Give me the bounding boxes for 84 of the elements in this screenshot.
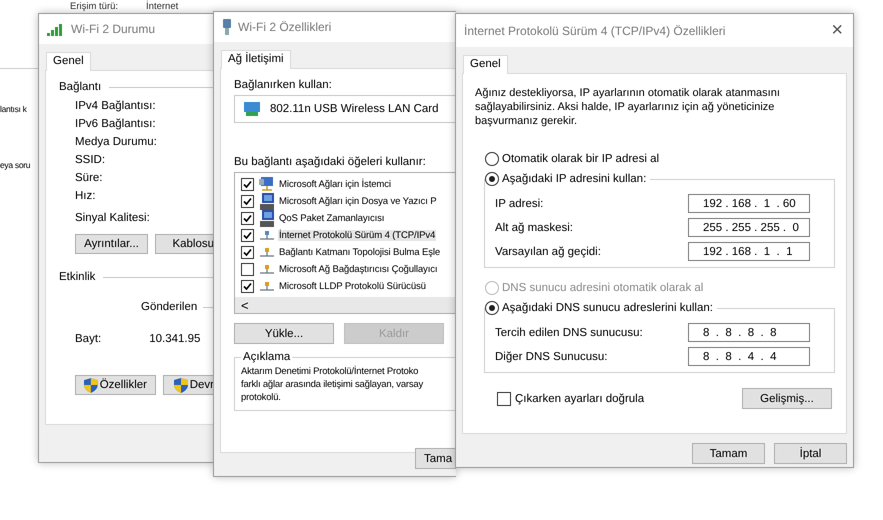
checkbox[interactable] <box>241 195 254 208</box>
dialog-button[interactable]: Devr <box>163 375 214 395</box>
checkbox[interactable] <box>497 392 511 406</box>
field-label: Varsayılan ağ geçidi: <box>495 246 601 258</box>
field-label: Medya Durumu: <box>75 135 158 150</box>
network-client-icon <box>259 177 275 192</box>
description-line: Aktarım Denetimi Protokolü/İnternet Protoko <box>241 365 420 378</box>
signal-bars-icon <box>47 22 65 36</box>
field-label: Alt ağ maskesi: <box>495 222 573 234</box>
radio-label: DNS sunucu adresini otomatik olarak al <box>502 282 704 294</box>
dialog-button[interactable]: Kablosu <box>155 234 214 254</box>
computer-icon <box>259 193 275 210</box>
field-value: 10.341.95 <box>149 333 200 345</box>
field-label: Süre: <box>75 171 104 186</box>
adapter-field: 802.11n USB Wireless LAN Card <box>234 95 456 123</box>
field-label: Hız: <box>75 189 96 204</box>
list-item[interactable]: Bağlantı Katmanı Topolojisi Bulma Eşle <box>241 244 456 261</box>
description-line: farklı ağlar arasında iletişimi sağlayan, varsay <box>241 378 424 391</box>
ok-button[interactable]: Tama <box>415 448 456 469</box>
ip-address-field[interactable]: 192 . 168 . 1 . 1 <box>688 242 810 261</box>
checkbox-label: Çıkarken ayarları doğrula <box>515 392 644 404</box>
column-heading: Gönderilen <box>141 301 198 313</box>
protocol-icon <box>259 248 275 258</box>
group-title: Açıklama <box>242 351 292 363</box>
ip-address-field[interactable]: 8 . 8 . 8 . 8 <box>688 323 810 342</box>
ip-address-field[interactable]: 255 . 255 . 255 . 0 <box>688 218 810 237</box>
checkbox[interactable] <box>241 229 254 242</box>
tab[interactable]: Genel <box>46 52 91 71</box>
network-card-icon <box>243 101 261 117</box>
background-text: eya soru <box>0 160 30 170</box>
intro-text: Ağınız destekliyorsa, IP ayarlarının otomatik olarak atanmasını sağlayabilirsiniz. Aksi halde, IP ayarlarınız için ağ yöneticinize başvurmanız gerekir. <box>475 86 781 128</box>
section-heading: Bağlantı <box>59 81 102 93</box>
tab[interactable]: Genel <box>463 55 508 74</box>
scrollbar[interactable]: < <box>235 297 456 313</box>
field-label: Diğer DNS Sunucusu: <box>495 350 608 362</box>
list-item[interactable]: Microsoft LLDP Protokolü Sürücüsü <box>241 278 456 295</box>
radio-button[interactable] <box>485 172 499 186</box>
dialog-button[interactable]: Ayrıntılar... <box>75 234 148 254</box>
background-text: lantısı k <box>0 104 27 114</box>
radio-button[interactable] <box>485 301 499 315</box>
protocol-icon <box>259 282 275 292</box>
dialog-button[interactable]: İptal <box>774 443 847 464</box>
list-item[interactable]: Microsoft Ağları için Dosya ve Yazıcı P <box>241 193 456 210</box>
list-item[interactable]: Microsoft Ağları için İstemci <box>241 176 456 193</box>
dialog-button[interactable]: Yükle... <box>234 323 334 344</box>
radio-label: Otomatik olarak bir IP adresi al <box>502 153 660 165</box>
window-title: Wi-Fi 2 Durumu <box>71 22 156 36</box>
ip-address-field[interactable]: 8 . 8 . 4 . 4 <box>688 347 810 366</box>
field-label: IP adresi: <box>495 198 544 210</box>
field-label: Sinyal Kalitesi: <box>74 212 151 224</box>
checkbox[interactable] <box>241 280 254 293</box>
radio-label: Aşağıdaki DNS sunucu adreslerini kullan: <box>502 302 713 314</box>
protocol-icon <box>259 230 275 240</box>
radio-button[interactable] <box>485 152 499 166</box>
list-item[interactable]: İnternet Protokolü Sürüm 4 (TCP/IPv4 <box>241 227 456 244</box>
checkbox[interactable] <box>241 212 254 225</box>
section-heading: Etkinlik <box>59 271 96 283</box>
close-button[interactable]: × <box>821 19 853 42</box>
checkbox[interactable] <box>241 263 254 276</box>
dialog-button[interactable]: Özellikler <box>75 375 156 395</box>
field-label: IPv4 Bağlantısı: <box>75 99 157 114</box>
tab[interactable]: Ağ İletişimi <box>221 50 291 69</box>
background-label: Erişim türü: <box>70 0 118 13</box>
background-label: İnternet <box>146 0 178 13</box>
field-label: Bayt: <box>75 333 102 345</box>
protocol-icon <box>259 264 275 274</box>
field-label: Bu bağlantı aşağıdaki öğeleri kullanır: <box>234 156 427 168</box>
window-title: İnternet Protokolü Sürüm 4 (TCP/IPv4) Özellikleri <box>464 24 726 38</box>
advanced-button[interactable]: Gelişmiş... <box>742 388 832 409</box>
checkbox[interactable] <box>241 178 254 191</box>
window-title: Wi-Fi 2 Özellikleri <box>238 20 332 34</box>
dialog-button[interactable]: Tamam <box>692 443 765 464</box>
radio-label: Aşağıdaki IP adresini kullan: <box>502 173 646 185</box>
computer-icon <box>259 210 275 227</box>
field-label: SSID: <box>75 153 106 168</box>
list-item[interactable]: Microsoft Ağ Bağdaştırıcısı Çoğullayıcı <box>241 261 456 278</box>
field-label: Bağlanırken kullan: <box>234 79 333 91</box>
usb-plug-icon <box>222 19 232 35</box>
description-line: protokolü. <box>241 391 282 404</box>
checkbox[interactable] <box>241 246 254 259</box>
field-label: Tercih edilen DNS sunucusu: <box>495 326 643 338</box>
list-item[interactable]: QoS Paket Zamanlayıcısı <box>241 210 456 227</box>
ip-address-field[interactable]: 192 . 168 . 1 . 60 <box>688 194 810 213</box>
field-label: IPv6 Bağlantısı: <box>75 117 157 132</box>
